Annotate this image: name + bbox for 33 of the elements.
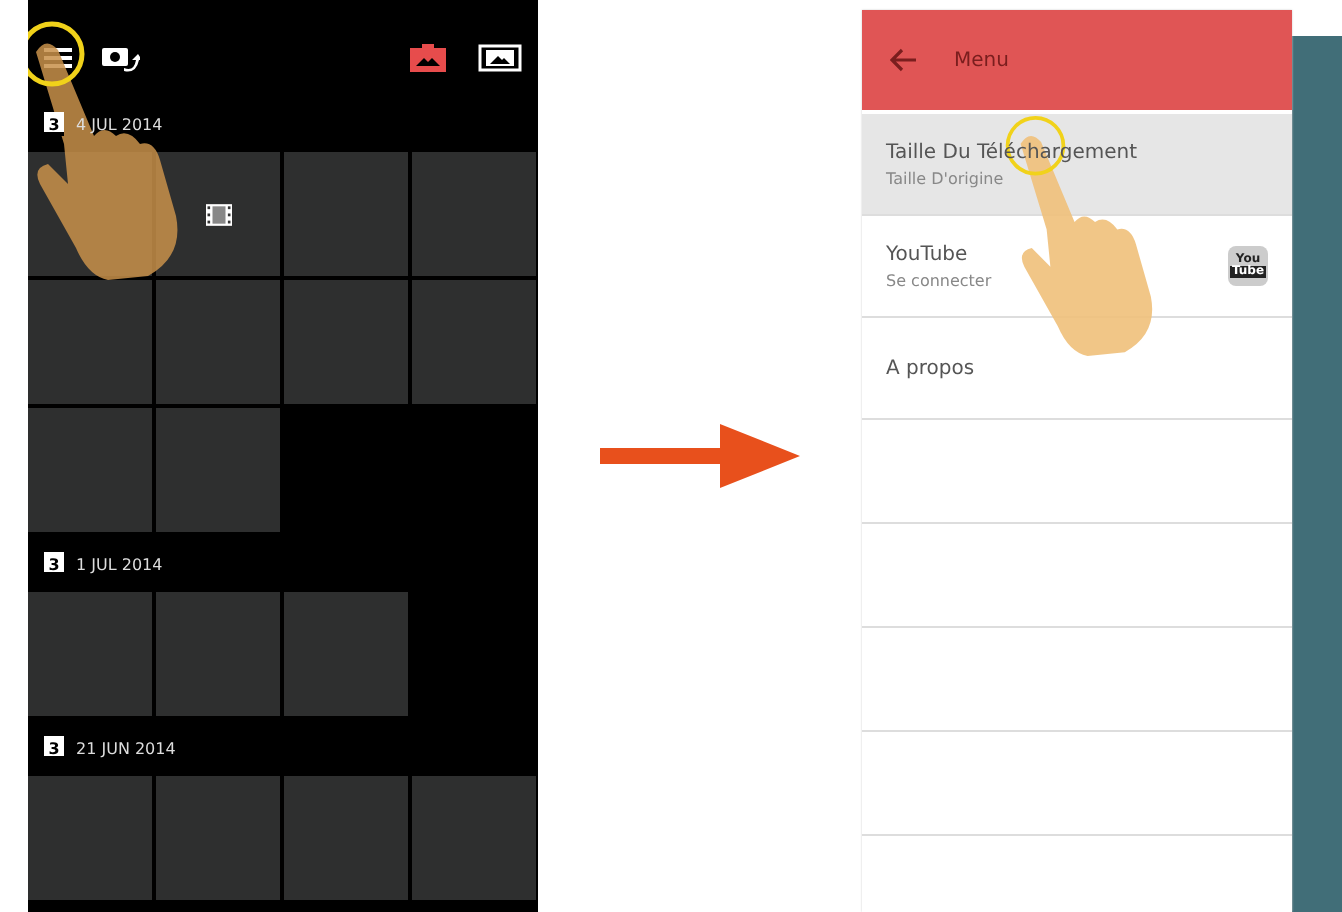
photo-thumbnail[interactable] xyxy=(284,592,408,716)
calendar-day-icon: 3 xyxy=(44,552,64,576)
image-gallery-icon[interactable] xyxy=(478,42,522,74)
photo-thumbnail[interactable] xyxy=(284,776,408,900)
item-subtitle: Se connecter xyxy=(886,271,992,289)
photo-thumbnail[interactable] xyxy=(412,776,536,900)
photo-thumbnail[interactable] xyxy=(412,280,536,404)
photo-thumbnail[interactable] xyxy=(28,408,152,532)
item-title: A propos xyxy=(886,357,975,379)
calendar-day-icon: 3 xyxy=(44,112,64,136)
date-heading: 21 JUN 2014 xyxy=(76,739,176,757)
photo-thumbnail[interactable] xyxy=(156,776,280,900)
menu-item[interactable]: A propos xyxy=(862,318,1292,420)
photo-thumbnail[interactable] xyxy=(284,152,408,276)
date-heading: 1 JUL 2014 xyxy=(76,555,163,573)
calendar-day-icon: 3 xyxy=(44,736,64,760)
camera-gallery-icon[interactable] xyxy=(406,42,450,74)
photo-thumbnail[interactable] xyxy=(28,280,152,404)
photo-thumbnail[interactable] xyxy=(284,280,408,404)
date-heading: 4 JUL 2014 xyxy=(76,115,163,133)
item-subtitle: Taille D'origine xyxy=(886,169,1004,187)
arrow-icon xyxy=(600,424,800,488)
film-icon xyxy=(205,203,231,225)
photo-thumbnail[interactable] xyxy=(412,152,536,276)
back-arrow-icon[interactable] xyxy=(890,48,918,72)
photo-thumbnail[interactable] xyxy=(28,592,152,716)
menu-title: Menu xyxy=(954,49,1009,71)
photo-thumbnail[interactable] xyxy=(28,776,152,900)
camera-switch-icon[interactable] xyxy=(100,42,140,74)
item-title: YouTube xyxy=(886,243,968,265)
photo-thumbnail[interactable] xyxy=(156,408,280,532)
photo-thumbnail[interactable] xyxy=(156,592,280,716)
photo-thumbnail[interactable] xyxy=(156,280,280,404)
